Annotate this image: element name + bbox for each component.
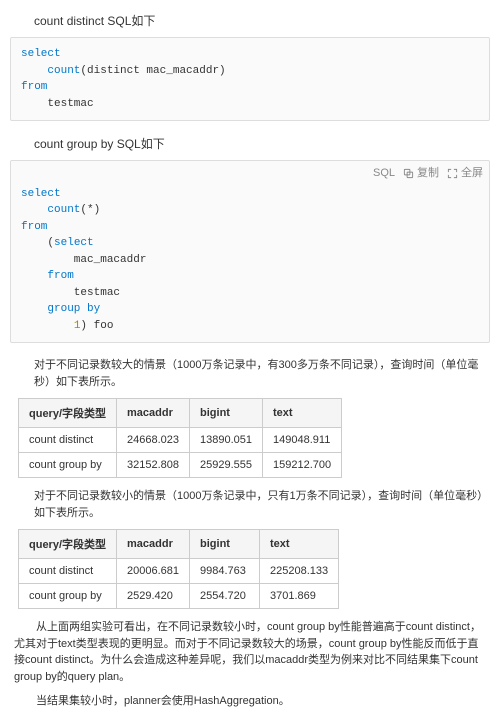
code-text: ) foo (80, 320, 113, 332)
table-header: bigint (190, 399, 263, 428)
row-label: count distinct (19, 559, 117, 584)
code-lang-label: SQL (373, 165, 395, 182)
paragraph: 对于不同记录数较小的情景（1000万条记录中，只有1万条不同记录），查询时间（单… (34, 488, 490, 521)
code-text: (distinct mac_macaddr) (80, 65, 225, 77)
fullscreen-button[interactable]: 全屏 (447, 165, 483, 182)
kw-groupby: group by (47, 303, 100, 315)
table-cell: 3701.869 (260, 584, 339, 609)
paragraph: 从上面两组实验可看出，在不同记录数较小时，count group by性能普遍高… (14, 619, 486, 685)
section-title-2: count group by SQL如下 (34, 135, 490, 152)
table-row: count group by 32152.808 25929.555 15921… (19, 453, 342, 478)
table-header: query/字段类型 (19, 399, 117, 428)
code-text (21, 320, 74, 332)
table-header: macaddr (117, 399, 190, 428)
kw-select: select (21, 188, 61, 200)
code-block-2: SQL 复制 全屏 select count(*) from (select m… (10, 160, 490, 343)
code-text: ( (21, 237, 54, 249)
code-toolbar: SQL 复制 全屏 (373, 165, 483, 182)
table-header: bigint (190, 530, 260, 559)
paragraph: 当结果集较小时，planner会使用HashAggregation。 (14, 693, 486, 710)
paragraph: 对于不同记录数较大的情景（1000万条记录中，有300多万条不同记录），查询时间… (34, 357, 490, 390)
table-cell: 13890.051 (190, 428, 263, 453)
table-row: count distinct 24668.023 13890.051 14904… (19, 428, 342, 453)
kw-from: from (47, 270, 73, 282)
code-text: testmac (21, 98, 94, 110)
kw-from: from (21, 221, 47, 233)
table-cell: 24668.023 (117, 428, 190, 453)
table-header: text (260, 530, 339, 559)
code-text: mac_macaddr (21, 254, 146, 266)
table-cell: 2529.420 (117, 584, 190, 609)
table-cell: 9984.763 (190, 559, 260, 584)
kw-select: select (54, 237, 94, 249)
copy-label: 复制 (417, 165, 439, 182)
code-text: (*) (80, 204, 100, 216)
results-table-1: query/字段类型 macaddr bigint text count dis… (18, 398, 342, 478)
table-header: text (263, 399, 342, 428)
copy-button[interactable]: 复制 (403, 165, 439, 182)
row-label: count group by (19, 453, 117, 478)
kw-count: count (47, 204, 80, 216)
code-text (21, 303, 47, 315)
code-text: testmac (21, 287, 120, 299)
table-cell: 159212.700 (263, 453, 342, 478)
table-row: count group by 2529.420 2554.720 3701.86… (19, 584, 339, 609)
row-label: count distinct (19, 428, 117, 453)
results-table-2: query/字段类型 macaddr bigint text count dis… (18, 529, 339, 609)
code-block-1: select count(distinct mac_macaddr) from … (10, 37, 490, 121)
section-title-1: count distinct SQL如下 (34, 12, 490, 29)
kw-from: from (21, 81, 47, 93)
code-text (21, 270, 47, 282)
table-row: count distinct 20006.681 9984.763 225208… (19, 559, 339, 584)
table-header: query/字段类型 (19, 530, 117, 559)
table-cell: 20006.681 (117, 559, 190, 584)
fullscreen-label: 全屏 (461, 165, 483, 182)
kw-select: select (21, 48, 61, 60)
table-cell: 149048.911 (263, 428, 342, 453)
row-label: count group by (19, 584, 117, 609)
table-cell: 2554.720 (190, 584, 260, 609)
copy-icon (403, 168, 414, 179)
table-cell: 32152.808 (117, 453, 190, 478)
table-header: macaddr (117, 530, 190, 559)
fullscreen-icon (447, 168, 458, 179)
table-cell: 225208.133 (260, 559, 339, 584)
kw-count: count (47, 65, 80, 77)
table-cell: 25929.555 (190, 453, 263, 478)
